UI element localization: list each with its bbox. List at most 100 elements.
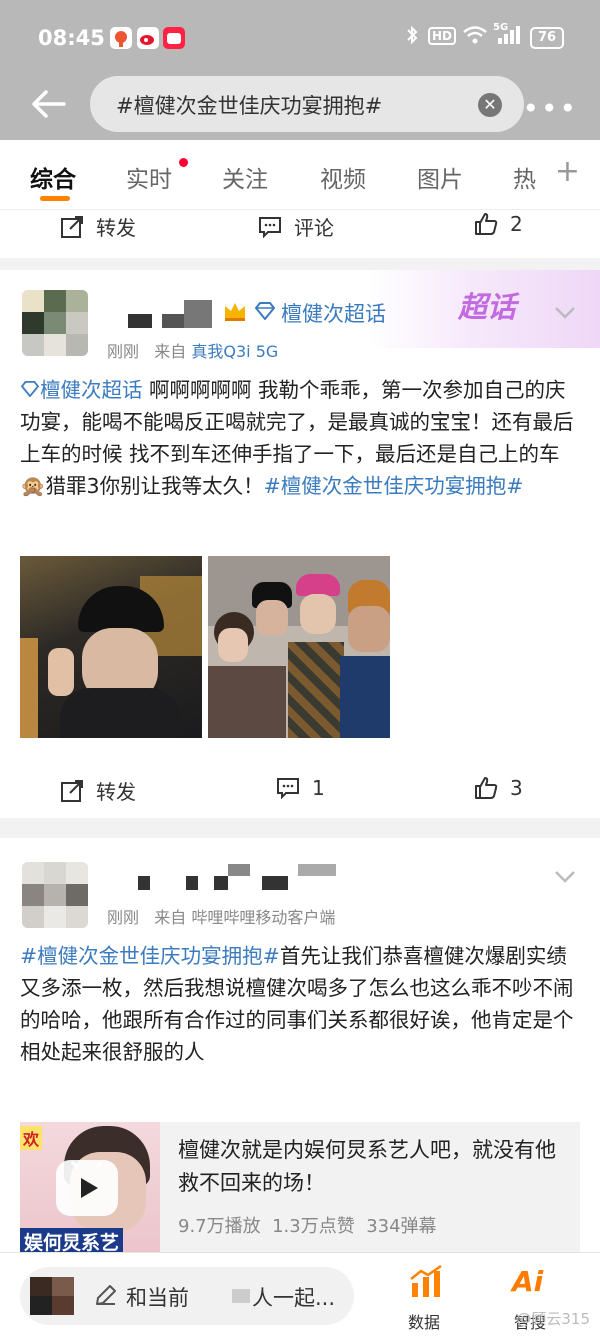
weibo-post-2: 刚刚 来自 哔哩哔哩移动客户端 #檀健次金世佳庆功宴拥抱#首先让我们恭喜檀健次爆… <box>0 838 600 1252</box>
like-button[interactable]: 2 <box>474 212 523 236</box>
hd-icon: HD <box>428 27 457 45</box>
text-topic-link[interactable]: 檀健次超话 <box>40 378 143 402</box>
count-blurred <box>232 1289 250 1303</box>
video-title: 檀健次就是内娱何炅系艺人吧，就没有他救不回来的场！ <box>178 1138 556 1195</box>
inline-diamond-icon <box>20 378 40 402</box>
status-bar: 08:45 HD 5G 76 <box>0 0 600 70</box>
username-blurred-part <box>162 314 184 328</box>
video-card[interactable]: 欢 娱何炅系艺 檀健次就是内娱何炅系艺人吧，就没有他救不回来的场！ 9.7万播放… <box>20 1122 580 1252</box>
bluetooth-icon <box>405 25 419 50</box>
username-blurred-part <box>262 876 288 890</box>
comment-icon <box>259 216 281 238</box>
username-blurred-part <box>228 864 250 876</box>
thumbs-up-icon <box>475 213 498 235</box>
username-blurred[interactable] <box>138 876 150 890</box>
chevron-down-icon[interactable] <box>554 870 576 884</box>
watermark: @顾云315 <box>516 1310 590 1328</box>
comment-count: 1 <box>312 776 325 800</box>
comment-button[interactable]: 评论 <box>258 212 334 241</box>
like-button[interactable]: 3 <box>474 776 523 800</box>
comment-icon <box>277 778 299 800</box>
post-text: 檀健次超话 啊啊啊啊啊 我勒个乖乖，第一次参加自己的庆功宴，能喝不能喝反正喝就完… <box>20 374 582 502</box>
video-thumbnail[interactable]: 欢 娱何炅系艺 <box>20 1122 160 1252</box>
repost-button[interactable]: 转发 <box>60 776 136 805</box>
repost-label: 转发 <box>96 780 136 804</box>
result-tabs: 综合 实时 关注 视频 图片 热 + <box>0 140 600 210</box>
tab-comprehensive[interactable]: 综合 <box>30 160 76 194</box>
search-input[interactable]: #檀健次金世佳庆功宴拥抱# ✕ <box>90 76 524 132</box>
post-device[interactable]: 真我Q3i 5G <box>191 342 278 361</box>
repost-icon <box>61 779 83 802</box>
play-icon[interactable] <box>56 1160 118 1216</box>
hashtag-link[interactable]: #檀健次金世佳庆功宴拥抱# <box>20 944 280 968</box>
post-time: 刚刚 <box>107 908 140 927</box>
tab-images[interactable]: 图片 <box>417 160 463 194</box>
chaohua-topic-link[interactable]: 檀健次超话 <box>281 298 386 328</box>
chaohua-badge[interactable]: 超话 <box>458 284 516 326</box>
video-stats: 9.7万播放 1.3万点赞 334弹幕 <box>178 1212 437 1238</box>
thumbnail-caption-top: 欢 <box>20 1126 43 1150</box>
repost-icon <box>61 215 83 238</box>
pencil-icon <box>94 1283 118 1311</box>
username-blurred-part <box>298 864 336 876</box>
realtime-dot-badge <box>179 158 188 167</box>
username-blurred-part <box>184 300 212 328</box>
status-time: 08:45 <box>38 26 105 50</box>
repost-button[interactable]: 转发 <box>60 212 136 241</box>
thumbs-up-icon <box>475 777 498 799</box>
data-label: 数据 <box>408 1313 441 1332</box>
post-meta: 刚刚 来自 哔哩哔哩移动客户端 <box>107 904 335 928</box>
username-blurred[interactable] <box>128 314 152 328</box>
comment-suffix: 人一起... <box>252 1286 336 1310</box>
post-source: 哔哩哔哩移动客户端 <box>191 908 336 927</box>
like-count: 2 <box>510 212 523 236</box>
avatar[interactable] <box>22 862 88 928</box>
add-tab-icon[interactable]: + <box>555 154 580 189</box>
thumbnail-caption-bottom: 娱何炅系艺 <box>20 1228 124 1252</box>
username-blurred-part <box>214 876 228 890</box>
post-from: 来自 <box>154 908 187 927</box>
hashtag-link[interactable]: #檀健次金世佳庆功宴拥抱# <box>264 474 524 498</box>
weibo-post-1: 超话 檀健次超话 刚刚 来自 真我Q3i 5G 檀健次超话 啊啊啊啊啊 我勒个乖… <box>0 270 600 818</box>
repost-label: 转发 <box>96 216 136 240</box>
weibo-notification-icon <box>137 27 159 49</box>
post-text: #檀健次金世佳庆功宴拥抱#首先让我们恭喜檀健次爆剧实绩又多添一枚，然后我想说檀健… <box>20 940 582 1068</box>
post-from: 来自 <box>154 342 187 361</box>
signal-icon <box>496 25 522 50</box>
post-footer-previous: 转发 评论 2 <box>0 210 600 258</box>
ai-icon: Ai <box>512 1265 544 1298</box>
comment-button[interactable]: 1 <box>276 776 325 800</box>
back-arrow-icon[interactable] <box>28 84 68 124</box>
search-query: #檀健次金世佳庆功宴拥抱# <box>116 94 383 118</box>
username-blurred-part <box>186 876 198 890</box>
wifi-icon <box>462 25 488 50</box>
search-header: #檀健次金世佳庆功宴拥抱# ✕ ••• <box>0 70 600 140</box>
user-avatar-blurred <box>30 1277 74 1315</box>
post-time: 刚刚 <box>107 342 140 361</box>
chevron-down-icon[interactable] <box>554 306 576 320</box>
active-tab-indicator <box>40 196 70 201</box>
comment-prefix: 和当前 <box>126 1286 189 1310</box>
more-options-icon[interactable]: ••• <box>522 92 578 125</box>
app-notification-icon <box>110 27 132 49</box>
tab-video[interactable]: 视频 <box>320 160 366 194</box>
video-plays: 9.7万播放 <box>178 1216 261 1237</box>
post-image-1[interactable] <box>20 556 202 738</box>
diamond-icon <box>254 302 276 324</box>
video-likes: 1.3万点赞 <box>272 1216 355 1237</box>
comment-label: 评论 <box>294 216 334 240</box>
tab-following[interactable]: 关注 <box>222 160 268 194</box>
post-image-2[interactable] <box>208 556 390 738</box>
avatar[interactable] <box>22 290 88 356</box>
post-meta: 刚刚 来自 真我Q3i 5G <box>107 338 278 362</box>
data-button[interactable]: 数据 <box>398 1259 454 1335</box>
app2-notification-icon <box>163 27 185 49</box>
like-count: 3 <box>510 776 523 800</box>
comment-input[interactable]: 和当前 人一起... <box>20 1267 354 1325</box>
video-danmaku: 334弹幕 <box>366 1216 437 1237</box>
crown-vip-icon <box>222 298 248 328</box>
bar-chart-icon <box>408 1264 444 1303</box>
clear-search-icon[interactable]: ✕ <box>478 93 502 117</box>
tab-realtime[interactable]: 实时 <box>126 160 172 194</box>
tab-hot[interactable]: 热 <box>513 160 536 194</box>
